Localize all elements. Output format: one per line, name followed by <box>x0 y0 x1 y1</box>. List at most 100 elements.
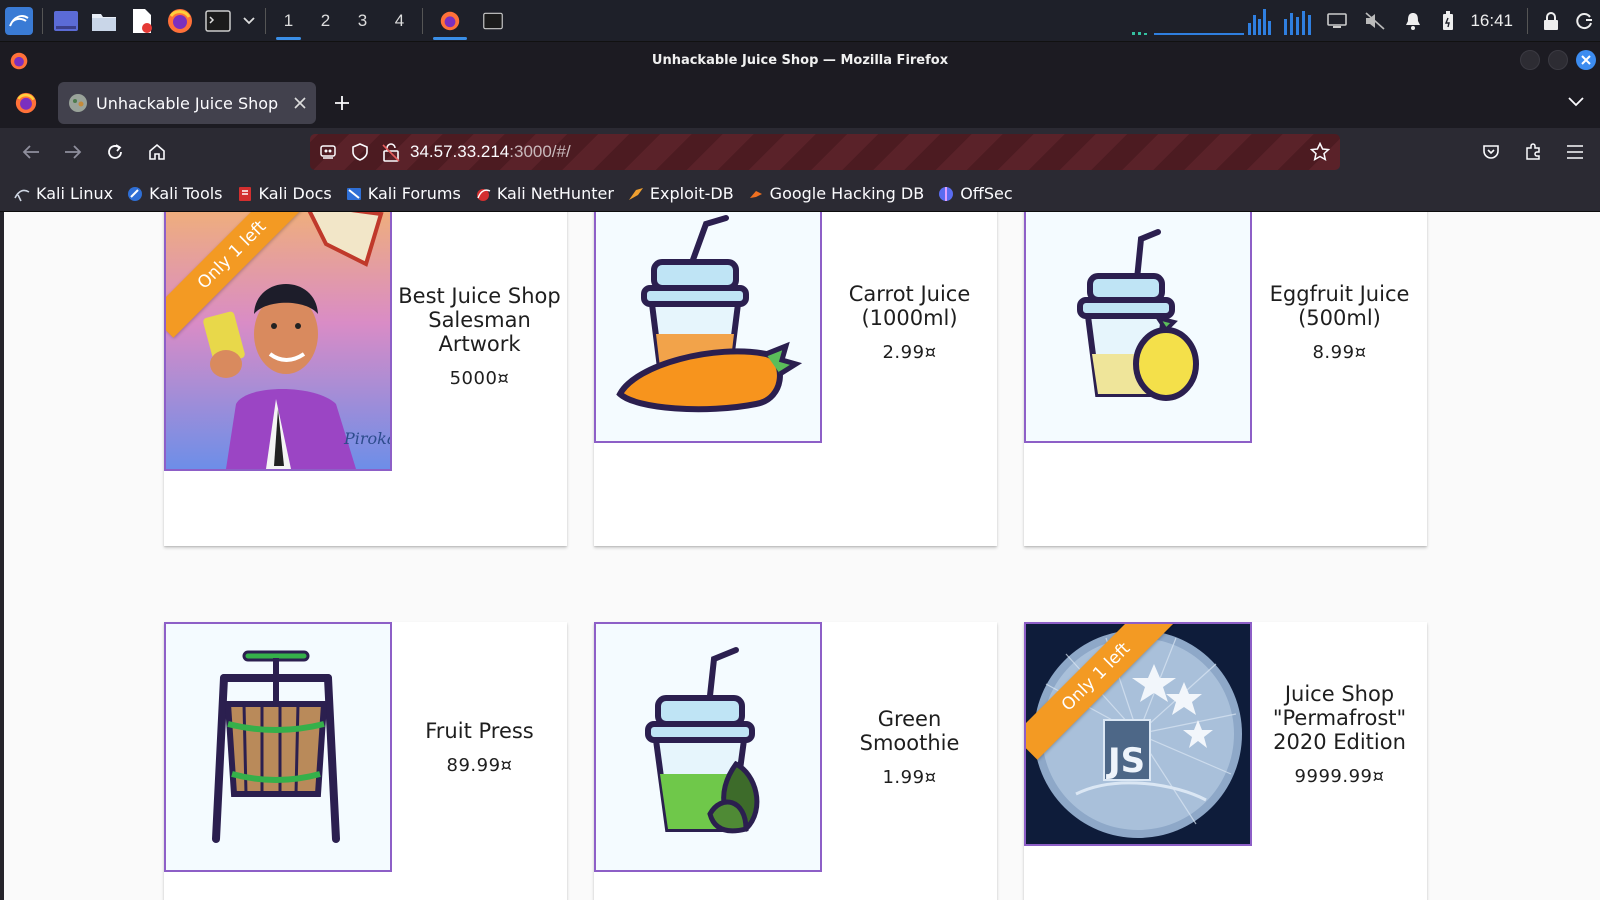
carrot-juice-image <box>596 212 820 441</box>
firefox-icon <box>10 52 28 74</box>
terminal-window-button[interactable] <box>473 0 513 42</box>
tab-juice-shop[interactable]: Unhackable Juice Shop <box>58 82 316 124</box>
terminal-icon[interactable] <box>199 0 237 42</box>
bookmark-kali-docs[interactable]: Kali Docs <box>237 184 332 203</box>
workspace-4[interactable]: 4 <box>381 0 418 42</box>
bookmark-kali-nethunter[interactable]: Kali NetHunter <box>475 184 614 203</box>
product-image[interactable] <box>594 622 822 872</box>
firefox-window-button[interactable] <box>427 0 473 42</box>
workspace-1[interactable]: 1 <box>270 0 307 42</box>
bookmark-kali-forums[interactable]: Kali Forums <box>346 184 461 203</box>
product-image[interactable] <box>164 622 392 872</box>
product-card[interactable]: Carrot Juice (1000ml) 2.99¤ <box>594 212 997 546</box>
display-icon[interactable] <box>1318 0 1356 42</box>
lock-icon[interactable] <box>1532 0 1570 42</box>
close-icon <box>1581 55 1591 65</box>
product-price: 1.99¤ <box>882 766 937 788</box>
firefox-view-button[interactable] <box>0 78 52 128</box>
window-titlebar: Unhackable Juice Shop — Mozilla Firefox <box>0 42 1600 78</box>
file-manager-icon[interactable] <box>85 0 123 42</box>
product-info: Eggfruit Juice (500ml) 8.99¤ <box>1252 212 1427 443</box>
svg-text:Pirokat: Pirokat <box>343 429 390 448</box>
bookmark-label: Kali Docs <box>258 184 332 203</box>
url-text[interactable]: 34.57.33.214:3000/#/ <box>410 142 571 162</box>
bookmark-label: Exploit-DB <box>649 184 734 203</box>
window-title: Unhackable Juice Shop — Mozilla Firefox <box>651 52 949 68</box>
bookmark-label: Google Hacking DB <box>769 184 925 203</box>
salesman-artwork-image: Pirokat <box>166 212 390 469</box>
bookmark-exploit-db[interactable]: Exploit-DB <box>628 184 734 203</box>
puzzle-icon <box>1526 143 1540 160</box>
kali-forums-icon <box>346 187 361 200</box>
kali-dragon-icon <box>14 189 30 201</box>
product-price: 89.99¤ <box>446 754 513 776</box>
product-card[interactable]: Pirokat Only 1 left Best Juice Shop Sale… <box>164 212 567 546</box>
workspace-3[interactable]: 3 <box>344 0 381 42</box>
close-window-button[interactable] <box>1576 50 1596 70</box>
insecure-lock-icon[interactable] <box>382 142 400 162</box>
workspace-2[interactable]: 2 <box>307 0 344 42</box>
kali-menu-icon[interactable] <box>0 0 38 42</box>
cpu-graph <box>1132 9 1312 35</box>
product-card[interactable]: Eggfruit Juice (500ml) 8.99¤ <box>1024 212 1427 546</box>
reload-button[interactable] <box>94 134 136 170</box>
product-image[interactable]: Pirokat Only 1 left <box>164 212 392 471</box>
green-smoothie-image <box>596 624 820 870</box>
offsec-icon <box>939 186 954 201</box>
power-icon[interactable] <box>1570 0 1600 42</box>
svg-text:JS: JS <box>1106 741 1145 781</box>
remote-control-robot-icon[interactable] <box>318 142 338 162</box>
bookmark-google-hacking-db[interactable]: Google Hacking DB <box>748 184 925 203</box>
new-tab-button[interactable] <box>334 88 350 118</box>
pocket-icon <box>1483 145 1499 159</box>
bookmark-kali-linux[interactable]: Kali Linux <box>14 184 113 203</box>
home-button[interactable] <box>136 134 178 170</box>
firefox-icon <box>15 92 37 114</box>
bookmark-label: OffSec <box>960 184 1013 203</box>
tab-close-icon[interactable] <box>294 93 306 114</box>
bookmark-star-icon[interactable] <box>1309 141 1331 166</box>
maximize-button[interactable] <box>1548 50 1568 70</box>
notification-bell-icon[interactable] <box>1394 0 1432 42</box>
bookmark-offsec[interactable]: OffSec <box>938 184 1013 203</box>
product-image[interactable] <box>1024 212 1252 443</box>
chevron-down-icon[interactable] <box>237 0 261 42</box>
text-editor-icon[interactable] <box>123 0 161 42</box>
pocket-button[interactable] <box>1470 134 1512 170</box>
desktop-icon[interactable] <box>47 0 85 42</box>
product-name: Juice Shop "Permafrost" 2020 Edition <box>1272 681 1407 754</box>
firefox-icon[interactable] <box>161 0 199 42</box>
product-card[interactable]: JS Only 1 left Juice Shop "Permafrost" 2… <box>1024 622 1427 900</box>
shield-icon[interactable] <box>350 142 370 162</box>
product-name: Green Smoothie <box>859 706 960 755</box>
tab-bar: Unhackable Juice Shop <box>0 78 1600 128</box>
forward-button[interactable] <box>52 134 94 170</box>
extensions-button[interactable] <box>1512 134 1554 170</box>
product-info: Juice Shop "Permafrost" 2020 Edition 999… <box>1252 622 1427 846</box>
minimize-button[interactable] <box>1520 50 1540 70</box>
url-bar[interactable]: 34.57.33.214:3000/#/ <box>310 134 1340 170</box>
list-all-tabs-button[interactable] <box>1568 92 1584 111</box>
product-image[interactable] <box>594 212 822 443</box>
product-name: Eggfruit Juice (500ml) <box>1269 282 1410 330</box>
product-card[interactable]: Green Smoothie 1.99¤ <box>594 622 997 900</box>
clock[interactable]: 16:41 <box>1470 11 1513 31</box>
product-name: Carrot Juice (1000ml) <box>848 282 971 330</box>
product-info: Green Smoothie 1.99¤ <box>822 622 997 872</box>
battery-icon[interactable] <box>1432 0 1464 42</box>
eggfruit-juice-image <box>1026 212 1250 441</box>
product-image[interactable]: JS Only 1 left <box>1024 622 1252 846</box>
firefox-icon <box>440 11 460 30</box>
bookmark-kali-tools[interactable]: Kali Tools <box>127 184 223 203</box>
reload-icon <box>108 144 122 159</box>
app-menu-button[interactable] <box>1554 134 1596 170</box>
volume-muted-icon[interactable] <box>1356 0 1394 42</box>
bookmark-label: Kali NetHunter <box>496 184 614 203</box>
product-card[interactable]: Fruit Press 89.99¤ <box>164 622 567 900</box>
nethunter-icon <box>476 188 491 201</box>
url-host: 34.57.33.214 <box>410 142 510 161</box>
product-price: 8.99¤ <box>1312 342 1367 363</box>
url-path: :3000/#/ <box>509 142 571 161</box>
back-button[interactable] <box>10 134 52 170</box>
taskbar-separator <box>265 7 266 34</box>
